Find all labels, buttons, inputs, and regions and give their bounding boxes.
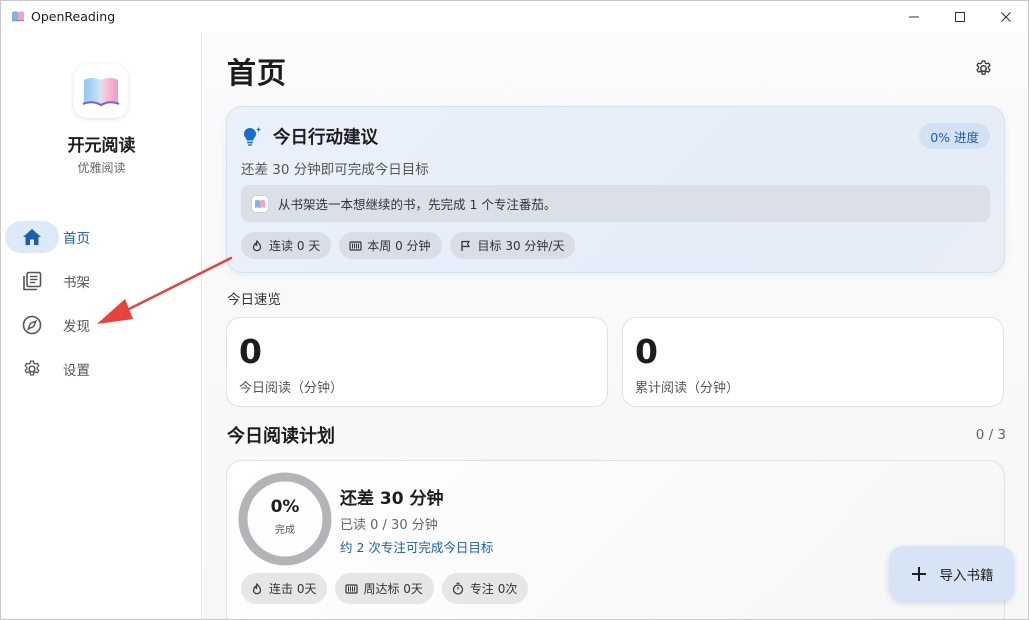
close-icon xyxy=(1001,11,1011,22)
chip-label: 本周 0 分钟 xyxy=(367,239,431,253)
sidebar: 开元阅读 优雅阅读 首页 书架 发现 设置 xyxy=(1,32,202,619)
calendar-week-icon xyxy=(349,240,362,251)
suggestion-subtitle: 还差 30 分钟即可完成今日目标 xyxy=(241,162,429,178)
overview-label: 今日速览 xyxy=(227,292,281,308)
lightbulb-icon xyxy=(244,127,261,146)
reading-plan-card: 0% 完成 还差 30 分钟 已读 0 / 30 分钟 约 2 次专注可完成今日… xyxy=(226,460,1005,619)
chip-label: 专注 0次 xyxy=(469,582,518,596)
sidebar-item-home[interactable]: 首页 xyxy=(5,220,195,254)
sidebar-item-label: 设置 xyxy=(63,363,90,379)
fire-icon xyxy=(252,239,262,251)
chip-label: 目标 30 分钟/天 xyxy=(477,239,565,253)
fire-icon xyxy=(252,582,262,594)
title-bar: OpenReading xyxy=(1,1,1028,32)
progress-ring xyxy=(238,472,332,566)
plan-count: 0 / 3 xyxy=(975,427,1006,443)
suggestion-tip: 从书架选一本想继续的书，先完成 1 个专注番茄。 xyxy=(241,185,990,222)
weekly-goal-chip: 周达标 0天 xyxy=(335,573,434,604)
flag-icon xyxy=(461,240,471,251)
sidebar-item-label: 首页 xyxy=(63,231,90,247)
combo-chip: 连击 0天 xyxy=(241,573,328,604)
daily-suggestion-card: 今日行动建议 0% 进度 还差 30 分钟即可完成今日目标 从书架选一本想继续的… xyxy=(226,106,1005,273)
timer-icon xyxy=(452,582,464,595)
home-icon xyxy=(23,229,41,245)
import-books-button[interactable]: 导入书籍 xyxy=(889,546,1014,601)
main-content: 首页 今日行动建议 0% 进度 还差 30 分钟即可完成今日目标 从书架选一本想… xyxy=(203,32,1028,619)
brand-name: 开元阅读 xyxy=(67,136,136,156)
stat-card-total: 0 累计阅读（分钟） xyxy=(622,317,1004,407)
plus-icon xyxy=(911,566,926,581)
maximize-button[interactable] xyxy=(937,1,983,32)
close-button[interactable] xyxy=(983,1,1028,32)
chip-label: 连击 0天 xyxy=(269,582,317,596)
stat-label: 累计阅读（分钟） xyxy=(635,381,740,396)
maximize-icon xyxy=(955,11,965,22)
plan-chips: 连击 0天 周达标 0天 专注 0次 xyxy=(241,573,529,604)
ring-label: 完成 xyxy=(275,525,295,536)
plan-remaining: 还差 30 分钟 xyxy=(340,489,444,509)
sidebar-item-label: 发现 xyxy=(63,319,90,335)
compass-icon xyxy=(22,315,42,335)
book-icon xyxy=(11,11,25,22)
app-window: OpenReading 开元阅读 优雅阅读 首页 书架 发现 设置 首页 今日行… xyxy=(0,0,1029,620)
progress-badge: 0% 进度 xyxy=(919,123,990,149)
chip-label: 连读 0 天 xyxy=(269,239,321,253)
focus-chip: 专注 0次 xyxy=(441,573,529,604)
chip-label: 周达标 0天 xyxy=(363,582,423,596)
window-title: OpenReading xyxy=(31,9,116,24)
stat-card-today: 0 今日阅读（分钟） xyxy=(226,317,608,407)
streak-chip: 连读 0 天 xyxy=(241,232,332,259)
plan-read: 已读 0 / 30 分钟 xyxy=(340,518,438,533)
minimize-icon xyxy=(909,16,919,17)
gear-icon xyxy=(975,59,991,75)
brand-subtitle: 优雅阅读 xyxy=(77,161,126,175)
plan-hint: 约 2 次专注可完成今日目标 xyxy=(340,540,494,555)
fab-label: 导入书籍 xyxy=(939,567,994,584)
stat-value: 0 xyxy=(635,332,658,371)
sidebar-item-label: 书架 xyxy=(63,275,90,291)
calendar-week-icon xyxy=(345,583,358,594)
ring-percent: 0% xyxy=(270,497,300,517)
minimize-button[interactable] xyxy=(891,1,937,32)
settings-button[interactable] xyxy=(971,56,995,80)
stat-label: 今日阅读（分钟） xyxy=(239,381,344,396)
stat-value: 0 xyxy=(239,332,262,371)
suggestion-chips: 连读 0 天 本周 0 分钟 目标 30 分钟/天 xyxy=(241,232,576,259)
sidebar-item-discover[interactable]: 发现 xyxy=(5,308,195,342)
plan-title: 今日阅读计划 xyxy=(227,426,335,447)
weekly-chip: 本周 0 分钟 xyxy=(339,232,442,259)
suggestion-title: 今日行动建议 xyxy=(273,128,378,148)
app-logo xyxy=(74,64,128,118)
open-book-icon xyxy=(82,78,120,107)
gear-icon xyxy=(24,360,40,376)
goal-chip: 目标 30 分钟/天 xyxy=(449,232,576,259)
library-icon xyxy=(23,271,42,291)
page-title: 首页 xyxy=(227,56,288,90)
sidebar-item-settings[interactable]: 设置 xyxy=(5,352,195,386)
book-icon xyxy=(255,199,265,208)
tip-text: 从书架选一本想继续的书，先完成 1 个专注番茄。 xyxy=(278,197,557,212)
sidebar-item-bookshelf[interactable]: 书架 xyxy=(5,264,195,298)
